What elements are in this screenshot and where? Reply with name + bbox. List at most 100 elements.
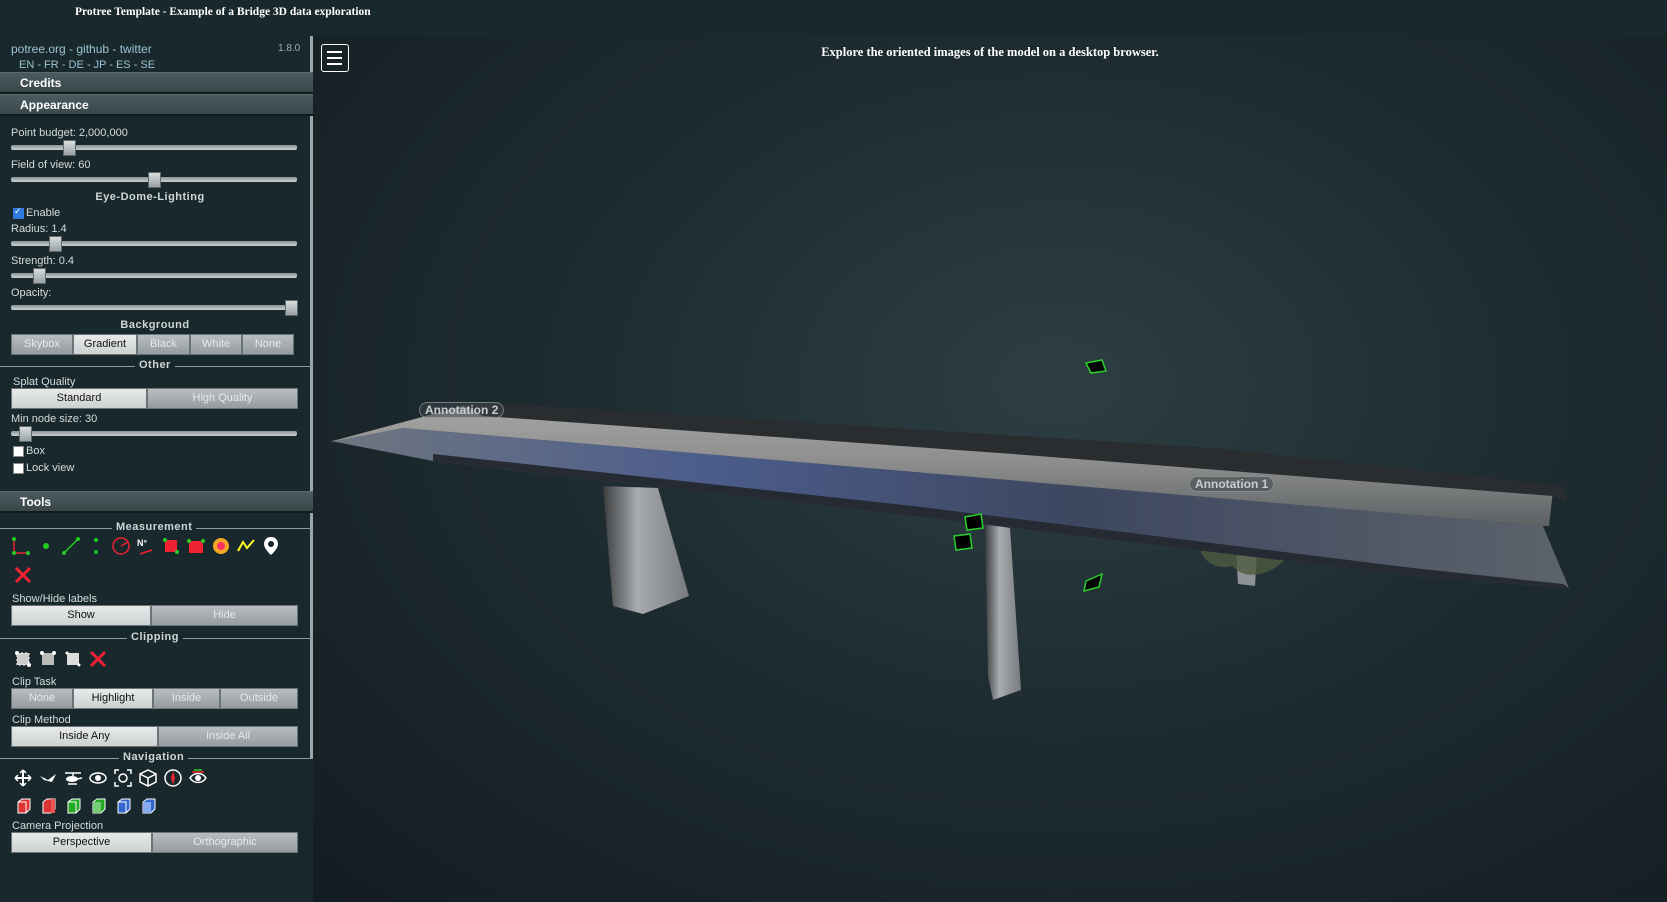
- camera-projection-group: Perspective Orthographic: [11, 832, 298, 853]
- box-label: Box: [26, 445, 45, 457]
- hide-labels-button[interactable]: Hide: [151, 605, 298, 626]
- oriented-image-frame[interactable]: [1083, 572, 1104, 593]
- fov-slider[interactable]: [11, 172, 297, 188]
- min-node-size-slider[interactable]: [11, 426, 297, 442]
- oriented-image-frame[interactable]: [964, 513, 984, 531]
- lock-view-label: Lock view: [26, 462, 75, 474]
- 3d-viewer[interactable]: Explore the oriented images of the model…: [313, 36, 1667, 902]
- distance-icon[interactable]: [61, 536, 81, 556]
- title-bar: Protree Template - Example of a Bridge 3…: [0, 0, 1667, 36]
- min-node-size-label: Min node size: 30: [11, 413, 98, 425]
- clip-task-none-button[interactable]: None: [11, 688, 73, 709]
- point-budget-label: Point budget: 2,000,000: [11, 127, 128, 139]
- edl-enable-checkbox[interactable]: [13, 206, 24, 219]
- fly-controls-icon[interactable]: [38, 768, 58, 788]
- clip-method-group: Inside Any Inside All: [11, 726, 298, 747]
- bridge-point-cloud: [329, 359, 1569, 700]
- show-labels-button[interactable]: Show: [11, 605, 151, 626]
- clip-task-label: Clip Task: [12, 676, 57, 688]
- camera-animation-icon[interactable]: [188, 768, 208, 788]
- azimuth-icon[interactable]: N°: [136, 536, 156, 556]
- profile-icon[interactable]: [236, 536, 256, 556]
- circle-icon[interactable]: [111, 536, 131, 556]
- lock-view-checkbox[interactable]: [13, 463, 24, 474]
- background-none-button[interactable]: None: [242, 334, 294, 355]
- inside-all-button[interactable]: Inside All: [158, 726, 298, 747]
- point-budget-slider[interactable]: [11, 140, 297, 156]
- header-links[interactable]: potree.org - github - twitter: [11, 42, 152, 56]
- volume-icon[interactable]: [186, 536, 206, 556]
- front-view-icon[interactable]: [63, 796, 83, 816]
- focus-icon[interactable]: [113, 768, 133, 788]
- language-links[interactable]: EN - FR - DE - JP - ES - SE: [19, 59, 155, 71]
- sidebar: potree.org - github - twitter 1.8.0 EN -…: [0, 36, 313, 902]
- clip-method-label: Clip Method: [12, 714, 71, 726]
- edl-enable-label: Enable: [26, 207, 61, 219]
- opacity-slider[interactable]: [11, 300, 298, 316]
- bottom-view-icon[interactable]: [138, 796, 158, 816]
- top-view-icon[interactable]: [113, 796, 133, 816]
- point-icon[interactable]: [36, 536, 56, 556]
- navigation-title: Navigation: [119, 751, 189, 763]
- slider-thumb[interactable]: [49, 236, 62, 252]
- orbit-controls-icon[interactable]: [88, 768, 108, 788]
- strength-slider[interactable]: [11, 268, 297, 284]
- slider-thumb[interactable]: [19, 426, 32, 442]
- background-gradient-button[interactable]: Gradient: [73, 334, 137, 355]
- clip-volume-icon[interactable]: [13, 649, 33, 669]
- tools-header[interactable]: Tools: [0, 491, 313, 513]
- version-label: 1.8.0: [278, 43, 301, 54]
- navigation-toolbar: [13, 768, 208, 788]
- background-title: Background: [120, 319, 190, 331]
- remove-measurements-icon[interactable]: [13, 565, 33, 585]
- annotation-1[interactable]: Annotation 1: [1189, 476, 1275, 492]
- background-skybox-button[interactable]: Skybox: [11, 334, 73, 355]
- splat-quality-label: Splat Quality: [13, 376, 76, 388]
- perspective-button[interactable]: Perspective: [11, 832, 152, 853]
- oriented-image-frame[interactable]: [953, 533, 973, 551]
- clip-screen-box-icon[interactable]: [63, 649, 83, 669]
- remove-clipping-icon[interactable]: [88, 649, 108, 669]
- compass-icon[interactable]: [163, 768, 183, 788]
- clip-polygon-icon[interactable]: [38, 649, 58, 669]
- background-button-group: Skybox Gradient Black White None: [11, 334, 294, 355]
- area-icon[interactable]: [161, 536, 181, 556]
- orthographic-button[interactable]: Orthographic: [152, 832, 298, 853]
- clip-task-inside-button[interactable]: Inside: [153, 688, 220, 709]
- edl-title: Eye-Dome-Lighting: [95, 191, 205, 203]
- earth-controls-icon[interactable]: [13, 768, 33, 788]
- splat-high-quality-button[interactable]: High Quality: [147, 388, 298, 409]
- slider-thumb[interactable]: [63, 140, 76, 156]
- background-white-button[interactable]: White: [190, 334, 242, 355]
- window-title: Protree Template - Example of a Bridge 3…: [75, 6, 371, 18]
- measurement-toolbar: N°: [11, 536, 281, 556]
- radius-slider[interactable]: [11, 236, 297, 252]
- clipping-toolbar: [13, 649, 108, 669]
- appearance-header[interactable]: Appearance: [0, 94, 313, 116]
- fov-label: Field of view: 60: [11, 159, 91, 171]
- height-icon[interactable]: [86, 536, 106, 556]
- annotation-marker-icon[interactable]: [261, 536, 281, 556]
- background-black-button[interactable]: Black: [137, 334, 190, 355]
- helicopter-controls-icon[interactable]: [63, 768, 83, 788]
- clip-task-outside-button[interactable]: Outside: [220, 688, 298, 709]
- annotation-2[interactable]: Annotation 2: [419, 402, 505, 418]
- angle-icon[interactable]: [11, 536, 31, 556]
- oriented-image-frame[interactable]: [1084, 359, 1108, 374]
- slider-thumb[interactable]: [148, 172, 161, 188]
- slider-thumb[interactable]: [33, 268, 46, 284]
- clip-task-highlight-button[interactable]: Highlight: [73, 688, 153, 709]
- navigation-cube-icon[interactable]: [138, 768, 158, 788]
- box-checkbox[interactable]: [13, 446, 24, 457]
- back-view-icon[interactable]: [88, 796, 108, 816]
- inside-any-button[interactable]: Inside Any: [11, 726, 158, 747]
- credits-header[interactable]: Credits: [0, 72, 313, 94]
- camera-projection-label: Camera Projection: [12, 820, 104, 832]
- sphere-volume-icon[interactable]: [211, 536, 231, 556]
- view-toolbar: [13, 796, 158, 816]
- left-view-icon[interactable]: [13, 796, 33, 816]
- right-view-icon[interactable]: [38, 796, 58, 816]
- slider-thumb[interactable]: [285, 300, 298, 316]
- labels-button-group: Show Hide: [11, 605, 298, 626]
- splat-standard-button[interactable]: Standard: [11, 388, 147, 409]
